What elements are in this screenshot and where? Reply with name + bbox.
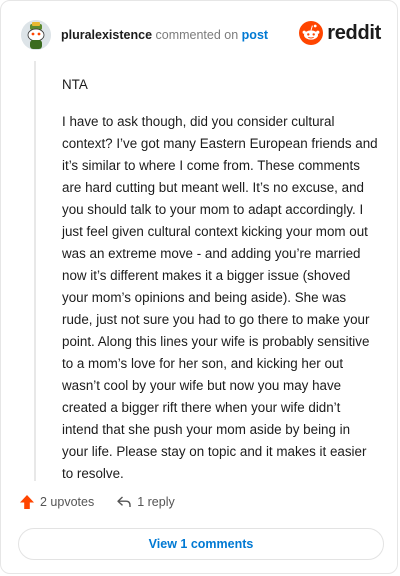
comment-body: NTA I have to ask though, did you consid…	[62, 74, 378, 500]
comment-byline: pluralexistence commented on post	[61, 28, 268, 42]
comment-paragraph: NTA	[62, 77, 88, 92]
upvote-arrow-icon	[20, 495, 34, 509]
reply-count: 1 reply	[137, 495, 175, 509]
view-comments-button[interactable]: View 1 comments	[18, 528, 384, 560]
thread-line[interactable]	[34, 61, 36, 481]
reply-arrow-icon	[117, 496, 131, 507]
upvote-count: 2 upvotes	[40, 495, 95, 509]
commented-on-text: commented on	[155, 28, 239, 42]
reddit-logo-icon	[299, 21, 324, 45]
snoo-avatar-icon	[21, 20, 51, 50]
reply-button[interactable]: 1 reply	[116, 494, 175, 510]
comment-paragraph: I have to ask though, did you consider c…	[62, 114, 378, 481]
reddit-wordmark: reddit	[327, 21, 381, 44]
username-link[interactable]: pluralexistence	[61, 28, 152, 42]
upvote-button[interactable]: 2 upvotes	[19, 494, 94, 510]
comment-actions: 2 upvotes 1 reply	[19, 494, 175, 510]
post-link[interactable]: post	[242, 28, 268, 42]
comment-card: pluralexistence commented on post reddit…	[0, 0, 398, 574]
user-avatar[interactable]	[21, 20, 51, 50]
reddit-brand[interactable]: reddit	[299, 21, 381, 45]
